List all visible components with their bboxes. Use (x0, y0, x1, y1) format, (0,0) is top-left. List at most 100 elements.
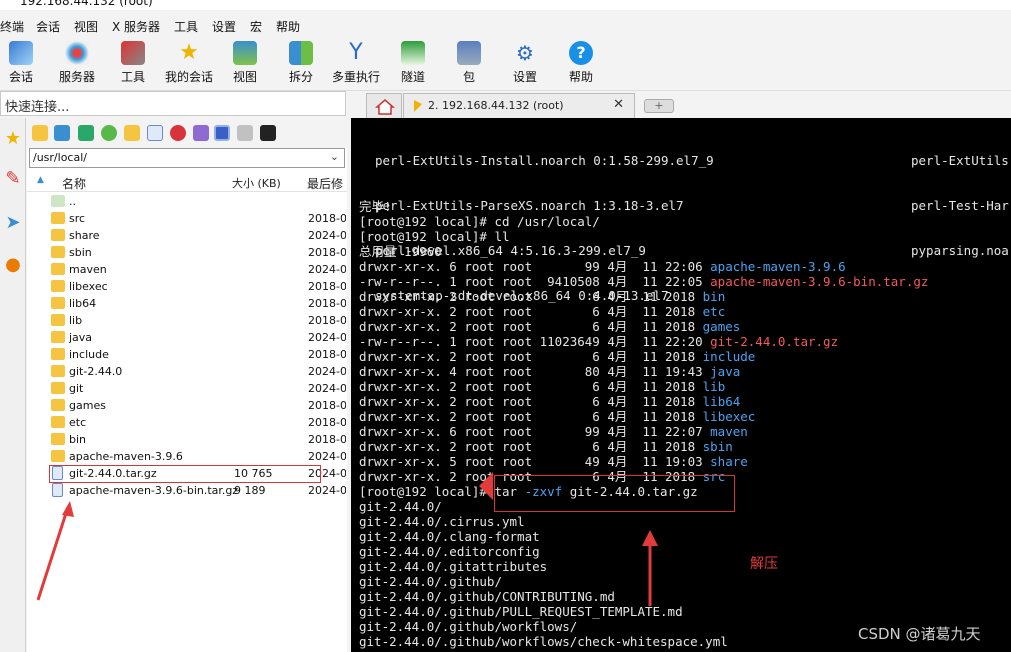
close-tab-icon[interactable]: ✕ (613, 97, 624, 112)
file-row[interactable]: java 2024-0 (27, 329, 347, 346)
window-title: 192.168.44.132 (root) (20, 0, 153, 8)
menu-help[interactable]: 帮助 (276, 18, 300, 35)
file-row[interactable]: git 2024-0 (27, 380, 347, 397)
help-button[interactable]: ? 帮助 (566, 37, 596, 89)
path-input[interactable]: /usr/local/ ⌄ (29, 148, 345, 168)
favorites-icon[interactable]: ★ (2, 128, 24, 150)
quick-connect-input[interactable]: 快速连接... (0, 91, 346, 116)
ls-line: drwxr-xr-x. 2 root root 6 4月 11 2018 inc… (359, 349, 755, 364)
column-name[interactable]: 名称 (62, 175, 86, 192)
file-date: 2018-0 (308, 399, 346, 412)
column-modified[interactable]: 最后修 (307, 175, 343, 192)
multiexec-button[interactable]: Y 多重执行 (330, 37, 382, 89)
file-row[interactable]: etc 2018-0 (27, 414, 347, 431)
new-tab-button[interactable]: + (644, 99, 674, 113)
file-row[interactable]: apache-maven-3.9.6 2024-0 (27, 448, 347, 465)
menu-macros[interactable]: 宏 (250, 18, 262, 35)
rename-icon[interactable] (193, 125, 209, 141)
upload-icon[interactable] (78, 125, 94, 141)
package-button[interactable]: 包 (454, 37, 484, 89)
ls-line: drwxr-xr-x. 2 root root 6 4月 11 2018 lib… (359, 409, 755, 424)
settings-button[interactable]: ⚙ 设置 (510, 37, 540, 89)
follow-terminal-icon[interactable] (214, 125, 230, 141)
file-date: 2024-0 (308, 484, 346, 497)
sftp-browser: /usr/local/ ⌄ ▲ 名称 大小 (KB) 最后修 .. src 2018… (27, 118, 347, 652)
file-row[interactable]: maven 2024-0 (27, 261, 347, 278)
delete-icon[interactable] (170, 125, 186, 141)
file-row[interactable]: apache-maven-3.9.6-bin.tar.gz 9 189 2024-0 (27, 482, 347, 499)
tools-side-icon[interactable]: ✎ (2, 168, 24, 190)
my-sessions-label: 我的会话 (164, 70, 213, 84)
menu-tools[interactable]: 工具 (174, 18, 198, 35)
ls-meta: drwxr-xr-x. 2 root root 6 4月 11 2018 (359, 304, 703, 319)
ls-meta: drwxr-xr-x. 6 root root 99 4月 11 22:06 (359, 259, 711, 274)
tab-session[interactable]: 2. 192.168.44.132 (root) ✕ (403, 93, 635, 118)
column-size[interactable]: 大小 (KB) (232, 175, 281, 191)
magic-icon[interactable] (237, 125, 253, 141)
file-name: src (69, 212, 86, 225)
menu-bar: 终端 会话 视图 X 服务器 工具 设置 宏 帮助 (0, 15, 1011, 37)
menu-view[interactable]: 视图 (74, 18, 98, 35)
chevron-down-icon[interactable]: ⌄ (330, 150, 339, 163)
file-row[interactable]: games 2018-0 (27, 397, 347, 414)
view-button[interactable]: 视图 (230, 37, 260, 89)
split-button[interactable]: 拆分 (286, 37, 316, 89)
session-button[interactable]: 会话 (4, 37, 38, 89)
file-size: 9 189 (234, 484, 266, 497)
file-row[interactable]: bin 2018-0 (27, 431, 347, 448)
file-row[interactable]: libexec 2018-0 (27, 278, 347, 295)
servers-button[interactable]: 服务器 (56, 37, 98, 89)
package-icon (457, 41, 481, 65)
file-row[interactable]: include 2018-0 (27, 346, 347, 363)
my-sessions-button[interactable]: ★ 我的会话 (163, 37, 215, 89)
file-row[interactable]: sbin 2018-0 (27, 244, 347, 261)
menu-sessions[interactable]: 会话 (36, 18, 60, 35)
file-row[interactable]: lib64 2018-0 (27, 295, 347, 312)
file-row[interactable]: git-2.44.0 2024-0 (27, 363, 347, 380)
ls-name: apache-maven-3.9.6 (710, 259, 846, 274)
file-row[interactable]: lib 2018-0 (27, 312, 347, 329)
multiexec-label: 多重执行 (331, 70, 380, 84)
archive-file-icon (52, 483, 63, 497)
tar-output-line: git-2.44.0/.clang-format (359, 529, 540, 544)
terminal-pane[interactable]: perl-ExtUtils-Install.noarch 0:1.58-299.… (351, 118, 1011, 652)
help-icon: ? (569, 41, 593, 65)
new-folder-icon[interactable] (124, 125, 140, 141)
watermark: CSDN @诸葛九天 (858, 625, 981, 643)
settings-icon: ⚙ (516, 41, 534, 65)
term-line: pyparsing.noa (911, 243, 1009, 258)
tools-button[interactable]: 工具 (118, 37, 148, 89)
download-icon[interactable] (54, 125, 70, 141)
refresh-icon[interactable] (101, 125, 117, 141)
sftp-side-icon[interactable]: ➤ (2, 212, 24, 234)
ls-name: games (702, 319, 741, 334)
file-name: sbin (69, 246, 92, 259)
tunnel-button[interactable]: 隧道 (398, 37, 428, 89)
menu-terminal[interactable]: 终端 (0, 18, 24, 35)
home-tab[interactable] (366, 93, 402, 118)
ls-name: libexec (702, 409, 756, 424)
parent-folder-icon[interactable] (32, 125, 48, 141)
file-row[interactable]: share 2024-0 (27, 227, 347, 244)
terminal-icon[interactable] (260, 125, 276, 141)
new-file-icon[interactable] (147, 125, 163, 141)
macros-side-icon[interactable]: ● (2, 254, 24, 276)
file-row[interactable]: .. (27, 193, 347, 210)
view-button-label: 视图 (232, 70, 257, 84)
file-date: 2018-0 (308, 433, 346, 446)
tab-session-label: 2. 192.168.44.132 (root) (428, 99, 564, 112)
menu-xserver[interactable]: X 服务器 (112, 18, 160, 35)
ls-name: java (710, 364, 741, 379)
file-date: 2024-0 (308, 365, 346, 378)
menu-settings[interactable]: 设置 (212, 18, 236, 35)
ls-name: sbin (702, 439, 733, 454)
tar-output-line: git-2.44.0/.gitattributes (359, 559, 548, 574)
ls-line: drwxr-xr-x. 4 root root 80 4月 11 19:43 j… (359, 364, 740, 379)
file-row[interactable]: src 2018-0 (27, 210, 347, 227)
prompt-prefix: [root@192 local]# (359, 484, 495, 499)
ls-line: drwxr-xr-x. 2 root root 6 4月 11 2018 gam… (359, 319, 740, 334)
file-name: lib64 (69, 297, 97, 310)
ls-name: git-2.44.0.tar.gz (710, 334, 839, 349)
file-date: 2024-0 (308, 450, 346, 463)
file-name: games (69, 399, 106, 412)
